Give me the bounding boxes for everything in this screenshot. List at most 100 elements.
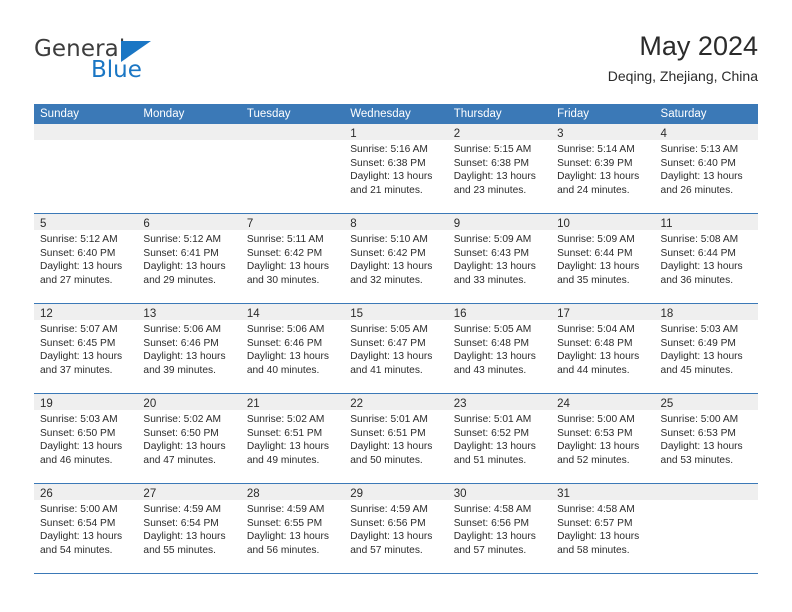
day-details: Sunrise: 5:03 AM Sunset: 6:50 PM Daylight:… (34, 410, 137, 467)
calendar-day-cell[interactable]: 16 Sunrise: 5:05 AM Sunset: 6:48 PM Dayligh… (447, 304, 552, 393)
calendar-day-cell[interactable]: 6 Sunrise: 5:12 AM Sunset: 6:41 PM Daylight… (137, 214, 241, 303)
calendar-week-row: 26 Sunrise: 5:00 AM Sunset: 6:54 PM Dayligh… (34, 484, 758, 574)
weekday-header-tuesday: Tuesday (246, 108, 291, 120)
calendar-day-cell[interactable]: 7 Sunrise: 5:11 AM Sunset: 6:42 PM Daylight… (240, 214, 345, 303)
calendar-day-cell[interactable]: 8 Sunrise: 5:10 AM Sunset: 6:42 PM Daylight… (344, 214, 448, 303)
calendar-day-cell[interactable]: 10 Sunrise: 5:09 AM Sunset: 6:44 PM Dayligh… (551, 214, 655, 303)
day-number-band: 10 (551, 214, 655, 230)
calendar-day-cell[interactable]: 18 Sunrise: 5:03 AM Sunset: 6:49 PM Dayligh… (654, 304, 758, 393)
day-detail-line: Daylight: 13 hours (350, 351, 433, 363)
day-detail-line: Sunrise: 5:06 AM (246, 324, 325, 335)
day-detail-line: and 57 minutes. (453, 544, 527, 556)
day-detail-line: Daylight: 13 hours (143, 441, 226, 453)
day-detail-line: Daylight: 13 hours (557, 261, 640, 273)
day-detail-line: Sunset: 6:44 PM (660, 247, 736, 259)
calendar-week-row: 19 Sunrise: 5:03 AM Sunset: 6:50 PM Dayligh… (34, 394, 758, 484)
day-detail-line: Daylight: 13 hours (660, 351, 743, 363)
calendar-day-cell[interactable]: 14 Sunrise: 5:06 AM Sunset: 6:46 PM Dayligh… (240, 304, 345, 393)
calendar-day-cell[interactable]: 11 Sunrise: 5:08 AM Sunset: 6:44 PM Dayligh… (654, 214, 758, 303)
day-detail-line: Sunrise: 5:12 AM (143, 234, 222, 245)
day-number-band: 15 (344, 304, 448, 320)
day-details (655, 500, 758, 503)
day-number-band: 13 (137, 304, 241, 320)
day-number-band: 1 (344, 124, 448, 140)
day-detail-line: Daylight: 13 hours (453, 261, 536, 273)
day-detail-line: and 33 minutes. (453, 274, 527, 286)
page-header: General Blue May 2024 Deqing, Zhejiang, … (0, 0, 792, 100)
day-detail-line: Sunrise: 5:09 AM (453, 234, 532, 245)
day-detail-line: Sunset: 6:53 PM (557, 427, 633, 439)
day-details: Sunrise: 5:08 AM Sunset: 6:44 PM Daylight:… (655, 230, 758, 287)
title-block: May 2024 Deqing, Zhejiang, China (608, 30, 758, 85)
day-detail-line: Sunset: 6:48 PM (453, 337, 530, 349)
calendar-day-cell[interactable]: 19 Sunrise: 5:03 AM Sunset: 6:50 PM Dayligh… (34, 394, 138, 483)
day-details: Sunrise: 5:16 AM Sunset: 6:38 PM Daylight:… (344, 140, 447, 197)
day-detail-line: and 51 minutes. (453, 454, 527, 466)
day-number-band: 14 (240, 304, 345, 320)
day-details: Sunrise: 5:00 AM Sunset: 6:53 PM Daylight:… (551, 410, 654, 467)
day-detail-line: Sunset: 6:39 PM (557, 157, 633, 169)
day-detail-line: Sunrise: 4:59 AM (143, 504, 222, 515)
day-detail-line: Daylight: 13 hours (660, 261, 743, 273)
calendar-day-cell[interactable]: 15 Sunrise: 5:05 AM Sunset: 6:47 PM Dayligh… (344, 304, 448, 393)
calendar-day-cell[interactable]: 30 Sunrise: 4:58 AM Sunset: 6:56 PM Dayligh… (447, 484, 552, 573)
day-details: Sunrise: 5:12 AM Sunset: 6:41 PM Daylight:… (137, 230, 240, 287)
calendar-day-cell[interactable]: 22 Sunrise: 5:01 AM Sunset: 6:51 PM Dayligh… (344, 394, 448, 483)
logo-text-blue: Blue (91, 57, 142, 83)
day-detail-line: and 50 minutes. (350, 454, 423, 466)
calendar-day-cell[interactable]: 2 Sunrise: 5:15 AM Sunset: 6:38 PM Daylight… (447, 124, 552, 213)
calendar-day-cell[interactable]: 26 Sunrise: 5:00 AM Sunset: 6:54 PM Dayligh… (34, 484, 138, 573)
calendar-day-cell[interactable]: 25 Sunrise: 5:00 AM Sunset: 6:53 PM Dayligh… (654, 394, 758, 483)
day-detail-line: Sunset: 6:38 PM (453, 157, 530, 169)
general-blue-logo[interactable]: General Blue (34, 36, 254, 88)
day-details: Sunrise: 5:02 AM Sunset: 6:50 PM Daylight:… (137, 410, 240, 467)
day-detail-line: Daylight: 13 hours (40, 261, 123, 273)
day-detail-line: and 26 minutes. (660, 184, 734, 196)
calendar-day-cell[interactable]: 4 Sunrise: 5:13 AM Sunset: 6:40 PM Daylight… (654, 124, 758, 213)
day-detail-line: and 47 minutes. (143, 454, 216, 466)
calendar-weeks: 1 Sunrise: 5:16 AM Sunset: 6:38 PM Daylight… (34, 124, 758, 574)
calendar-day-cell[interactable]: 21 Sunrise: 5:02 AM Sunset: 6:51 PM Dayligh… (240, 394, 345, 483)
day-detail-line: and 40 minutes. (246, 364, 320, 376)
day-number: 29 (350, 488, 364, 500)
day-detail-line: Daylight: 13 hours (350, 441, 433, 453)
day-number: 8 (350, 218, 357, 230)
day-number-band: 6 (137, 214, 241, 230)
calendar-grid: Sunday Monday Tuesday Wednesday Thursday Frid… (34, 104, 758, 574)
day-number: 21 (246, 398, 260, 410)
day-detail-line: Sunrise: 5:05 AM (350, 324, 428, 335)
calendar-day-cell-empty (654, 484, 758, 573)
day-detail-line: Sunrise: 5:03 AM (660, 324, 739, 335)
calendar-week-row: 12 Sunrise: 5:07 AM Sunset: 6:45 PM Dayligh… (34, 304, 758, 394)
day-detail-line: Sunrise: 5:01 AM (350, 414, 428, 425)
day-detail-line: and 29 minutes. (143, 274, 216, 286)
calendar-day-cell[interactable]: 9 Sunrise: 5:09 AM Sunset: 6:43 PM Daylight… (447, 214, 552, 303)
day-detail-line: Daylight: 13 hours (350, 531, 433, 543)
day-number-band (240, 124, 345, 140)
calendar-day-cell[interactable]: 17 Sunrise: 5:04 AM Sunset: 6:48 PM Dayligh… (551, 304, 655, 393)
day-detail-line: Daylight: 13 hours (453, 441, 536, 453)
day-number: 3 (557, 128, 564, 140)
calendar-day-cell[interactable]: 27 Sunrise: 4:59 AM Sunset: 6:54 PM Dayligh… (137, 484, 241, 573)
calendar-day-cell[interactable]: 13 Sunrise: 5:06 AM Sunset: 6:46 PM Dayligh… (137, 304, 241, 393)
day-detail-line: Sunset: 6:50 PM (143, 427, 219, 439)
calendar-day-cell[interactable]: 5 Sunrise: 5:12 AM Sunset: 6:40 PM Daylight… (34, 214, 138, 303)
calendar-day-cell[interactable]: 28 Sunrise: 4:59 AM Sunset: 6:55 PM Dayligh… (240, 484, 345, 573)
day-detail-line: Daylight: 13 hours (246, 531, 329, 543)
calendar-day-cell[interactable]: 31 Sunrise: 4:58 AM Sunset: 6:57 PM Dayligh… (551, 484, 655, 573)
weekday-header-sunday: Sunday (40, 108, 80, 120)
day-detail-line: and 49 minutes. (246, 454, 320, 466)
calendar-day-cell[interactable]: 29 Sunrise: 4:59 AM Sunset: 6:56 PM Dayligh… (344, 484, 448, 573)
day-number: 6 (143, 218, 150, 230)
day-details: Sunrise: 5:09 AM Sunset: 6:43 PM Daylight:… (448, 230, 551, 287)
calendar-day-cell[interactable]: 1 Sunrise: 5:16 AM Sunset: 6:38 PM Daylight… (344, 124, 448, 213)
day-number-band: 27 (137, 484, 241, 500)
calendar-day-cell[interactable]: 23 Sunrise: 5:01 AM Sunset: 6:52 PM Dayligh… (447, 394, 552, 483)
day-detail-line: Sunset: 6:42 PM (350, 247, 426, 259)
calendar-day-cell[interactable]: 3 Sunrise: 5:14 AM Sunset: 6:39 PM Daylight… (551, 124, 655, 213)
calendar-day-cell[interactable]: 24 Sunrise: 5:00 AM Sunset: 6:53 PM Dayligh… (551, 394, 655, 483)
calendar-day-cell[interactable]: 20 Sunrise: 5:02 AM Sunset: 6:50 PM Dayligh… (137, 394, 241, 483)
calendar-day-cell[interactable]: 12 Sunrise: 5:07 AM Sunset: 6:45 PM Dayligh… (34, 304, 138, 393)
day-detail-line: Sunset: 6:46 PM (246, 337, 323, 349)
day-detail-line: and 52 minutes. (557, 454, 630, 466)
